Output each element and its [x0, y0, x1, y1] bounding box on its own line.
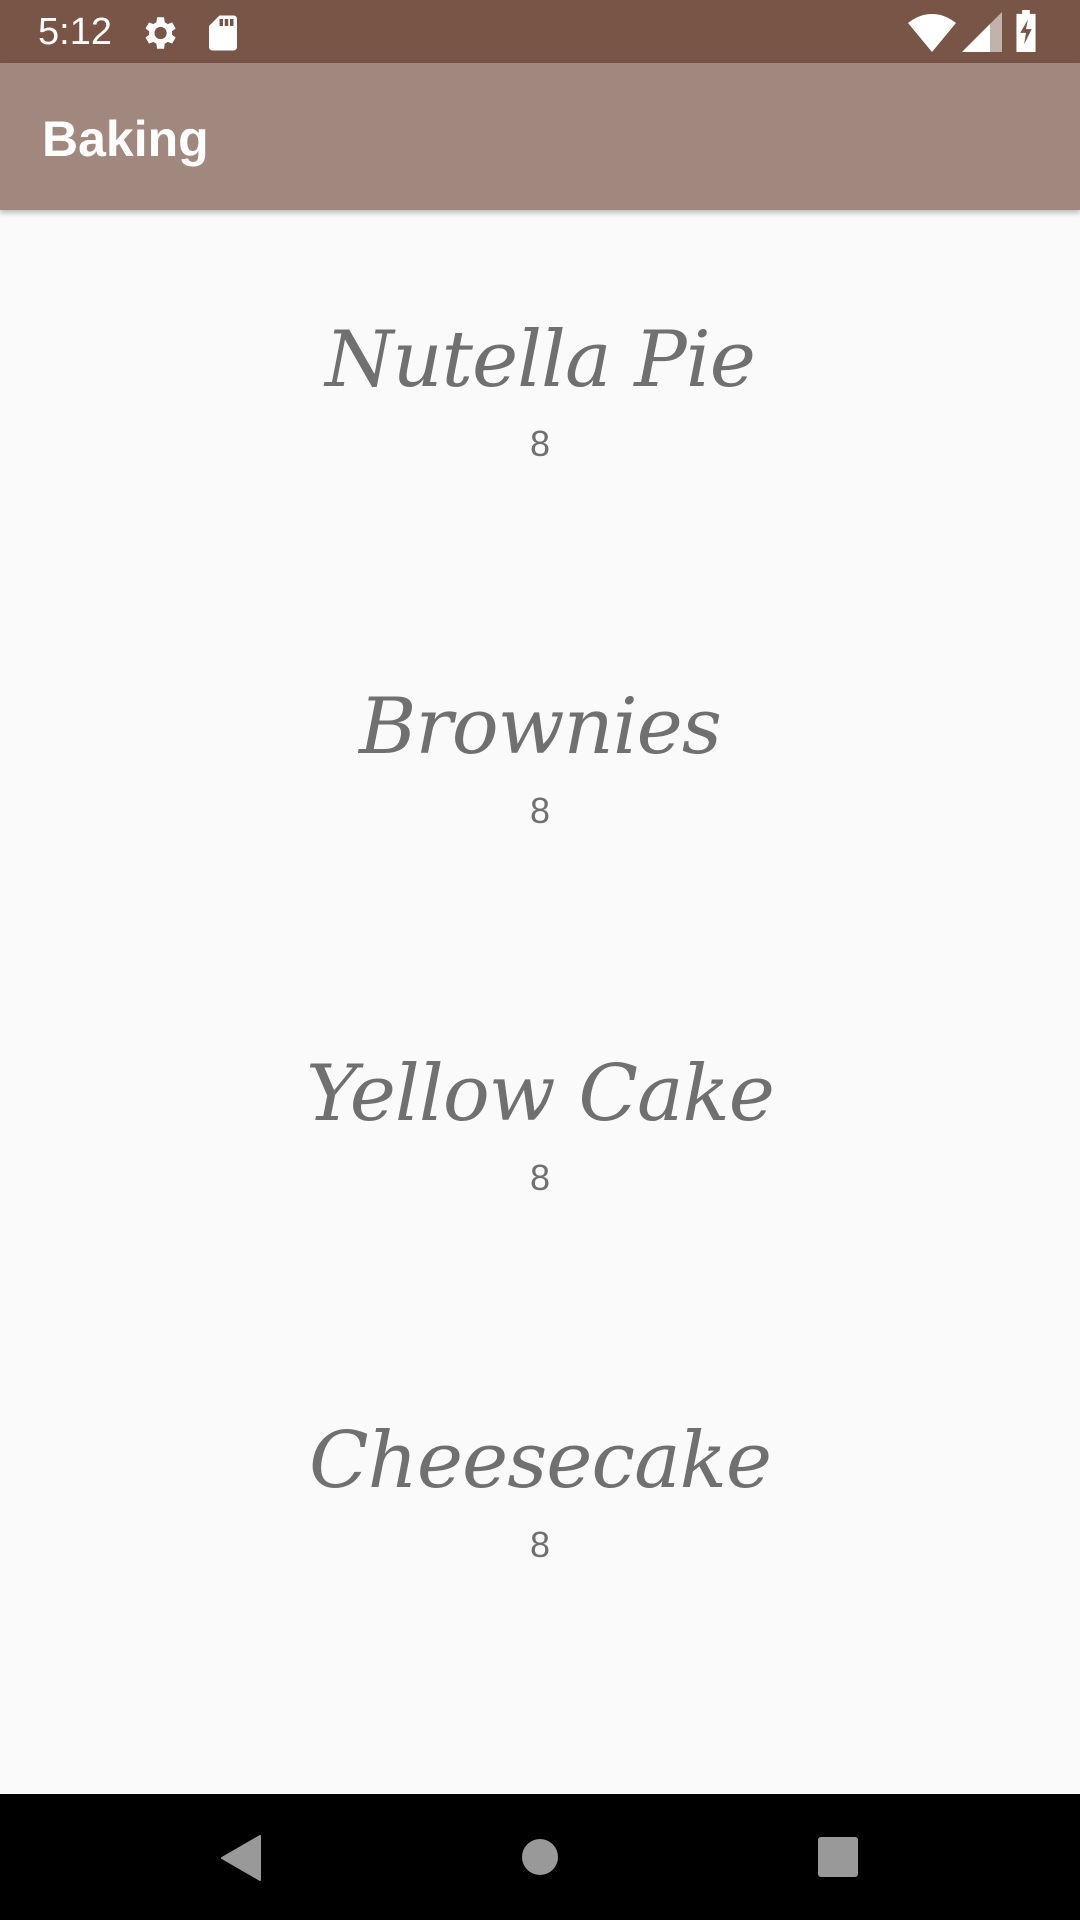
recipe-servings: 8 [529, 790, 551, 831]
settings-gear-icon [138, 12, 180, 59]
recipe-servings: 8 [529, 1524, 551, 1565]
recipe-card-brownies[interactable]: Brownies 8 [0, 577, 1080, 944]
recipe-card-cheesecake[interactable]: Cheesecake 8 [0, 1311, 1080, 1678]
recents-icon[interactable] [805, 1824, 871, 1890]
sd-card-icon [202, 12, 244, 59]
navigation-bar [0, 1794, 1080, 1920]
recipe-list: Nutella Pie 8 Brownies 8 Yellow Cake 8 C… [0, 210, 1080, 1794]
recipe-servings: 8 [529, 423, 551, 464]
recipe-card-nutella-pie[interactable]: Nutella Pie 8 [0, 210, 1080, 577]
cell-signal-icon [962, 12, 1002, 57]
recipe-name: Cheesecake [308, 1416, 772, 1506]
app-bar: Baking [0, 63, 1080, 210]
app-title: Baking [42, 111, 209, 167]
wifi-icon [908, 10, 956, 59]
back-icon[interactable] [208, 1824, 274, 1890]
recipe-servings: 8 [529, 1157, 551, 1198]
status-bar: 5:12 [0, 0, 1080, 63]
home-icon[interactable] [507, 1824, 573, 1890]
recipe-card-yellow-cake[interactable]: Yellow Cake 8 [0, 944, 1080, 1311]
battery-charging-icon [1014, 10, 1038, 57]
status-time: 5:12 [38, 11, 112, 53]
recipe-name: Brownies [359, 682, 722, 772]
recipe-name: Nutella Pie [325, 315, 756, 405]
recipe-name: Yellow Cake [306, 1049, 775, 1139]
